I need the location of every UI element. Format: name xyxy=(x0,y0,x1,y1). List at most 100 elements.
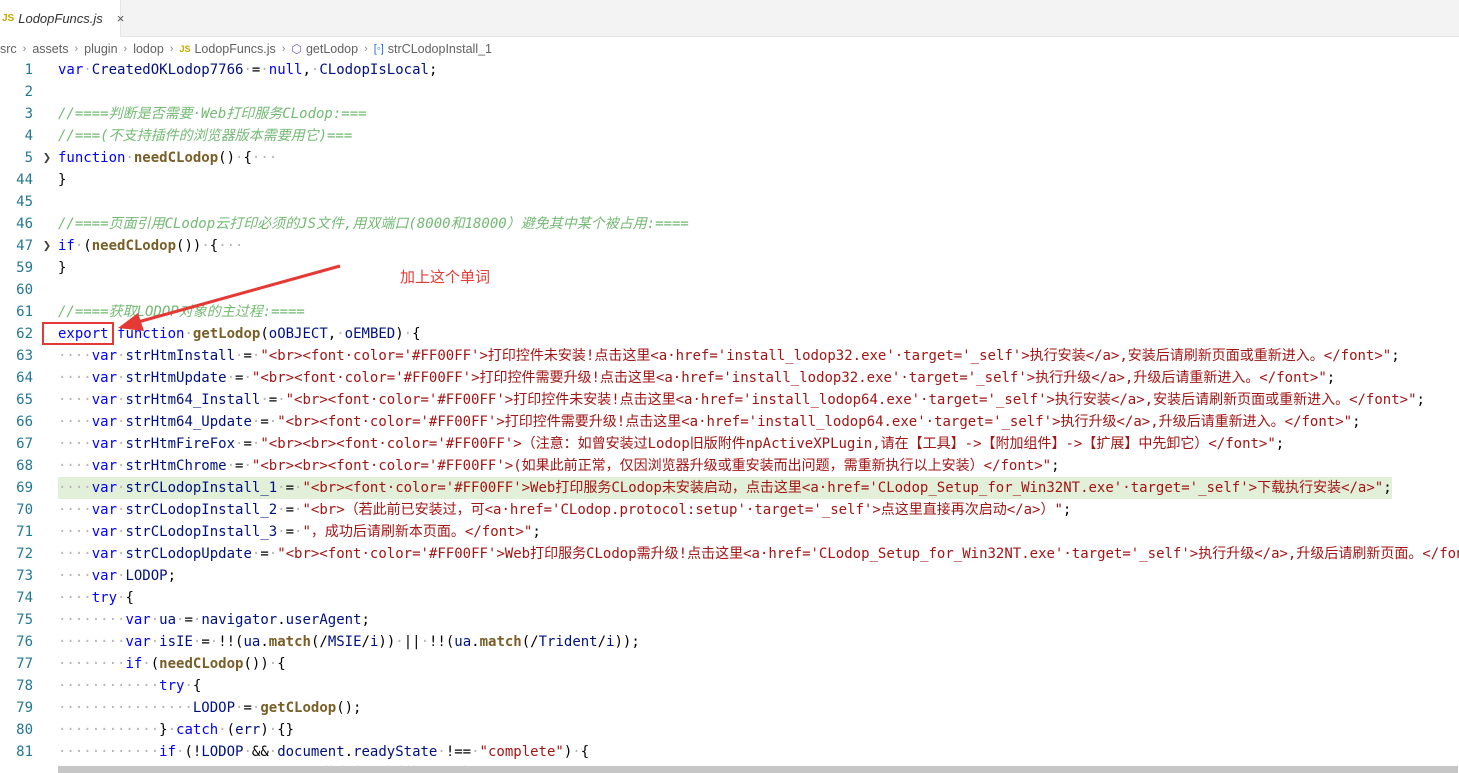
code-line[interactable]: 61 //====获取LODOP对象的主过程:==== xyxy=(0,301,1459,323)
line-number: 72 xyxy=(16,546,33,562)
code-text: ····var·strCLodopInstall_1·=·"<br><font·… xyxy=(58,477,1392,499)
code-text: ····var·strHtmFireFox·=·"<br><br><font·c… xyxy=(58,436,1285,452)
breadcrumb-function[interactable]: getLodop xyxy=(306,42,358,56)
code-line[interactable]: 44} xyxy=(0,169,1459,191)
chevron-right-icon: › xyxy=(281,43,286,55)
breadcrumb-file[interactable]: LodopFuncs.js xyxy=(194,42,275,56)
breadcrumb-variable[interactable]: strCLodopInstall_1 xyxy=(388,42,492,56)
code-text: if·(needCLodop())·{··· xyxy=(58,238,244,254)
code-text: ····var·LODOP; xyxy=(58,568,177,584)
code-text: ········var·isIE·=·!!(ua.match(/MSIE/i))… xyxy=(58,634,640,650)
code-text: function·needCLodop()·{··· xyxy=(58,150,278,166)
chevron-right-icon: › xyxy=(364,43,368,55)
code-line[interactable]: 71 ····var·strCLodopInstall_3·=·"，成功后请刷新本… xyxy=(0,521,1459,543)
annotation-text: 加上这个单词 xyxy=(400,269,491,286)
code-line[interactable]: 70 ····var·strCLodopInstall_2·=·"<br>（若此前… xyxy=(0,499,1459,521)
code-text: ····var·strHtm64_Install·=·"<br><font·co… xyxy=(58,392,1425,408)
code-text: ····var·strHtmInstall·=·"<br><font·color… xyxy=(58,348,1400,364)
annotation-highlight-box xyxy=(42,322,114,345)
code-text: ····var·strCLodopUpdate·=·"<br><font·col… xyxy=(58,546,1459,562)
code-line[interactable]: 75 ········var·ua·=·navigator.userAgent; xyxy=(0,609,1459,631)
line-number: 73 xyxy=(16,568,33,584)
code-line[interactable]: 3 //====判断是否需要·Web打印服务CLodop:=== xyxy=(0,103,1459,125)
code-line[interactable]: 65 ····var·strHtm64_Install·=·"<br><font·… xyxy=(0,389,1459,411)
line-number: 61 xyxy=(16,304,33,320)
code-text: ····var·strHtmChrome·=·"<br><br><font·co… xyxy=(58,458,1060,474)
line-number: 47 xyxy=(16,238,33,254)
code-line[interactable]: 78 ············try·{ xyxy=(0,675,1459,697)
code-line[interactable]: 60 xyxy=(0,279,1459,301)
code-text: //===(不支持插件的浏览器版本需要用它)=== xyxy=(58,128,353,144)
horizontal-scrollbar[interactable] xyxy=(58,766,1458,773)
close-icon[interactable]: × xyxy=(117,11,125,26)
breadcrumb: src › assets › plugin › lodop › JS Lodop… xyxy=(0,38,1459,60)
code-line[interactable]: 59} xyxy=(0,257,1459,279)
code-line[interactable]: 47 ❯ if·(needCLodop())·{··· xyxy=(0,235,1459,257)
line-number: 71 xyxy=(16,524,33,540)
tab-title: LodopFuncs.js xyxy=(18,11,103,26)
code-line[interactable]: 69 ····var·strCLodopInstall_1·=·"<br><fon… xyxy=(0,477,1459,499)
line-number: 45 xyxy=(16,194,33,210)
code-text: ····var·strHtm64_Update·=·"<br><font·col… xyxy=(58,414,1361,430)
code-line[interactable]: 72 ····var·strCLodopUpdate·=·"<br><font·c… xyxy=(0,543,1459,565)
code-text: ····var·strCLodopInstall_2·=·"<br>（若此前已安… xyxy=(58,502,1072,518)
code-text: ············try·{ xyxy=(58,678,202,694)
breadcrumb-lodop[interactable]: lodop xyxy=(133,42,164,56)
code-text: var·CreatedOKLodop7766·=·null,·CLodopIsL… xyxy=(58,62,438,78)
code-line[interactable]: 81 ············if·(!LODOP·&&·document.rea… xyxy=(0,741,1459,763)
code-line[interactable]: 79 ················LODOP·=·getCLodop(); xyxy=(0,697,1459,719)
code-line[interactable]: 80 ············}·catch·(err)·{} xyxy=(0,719,1459,741)
code-editor[interactable]: 1 var·CreatedOKLodop7766·=·null,·CLodopIs… xyxy=(0,59,1459,773)
code-text: ····var·strCLodopInstall_3·=·"，成功后请刷新本页面… xyxy=(58,524,541,540)
code-line[interactable]: 66 ····var·strHtm64_Update·=·"<br><font·c… xyxy=(0,411,1459,433)
code-line[interactable]: 62 export·function·getLodop(oOBJECT,·oEMB… xyxy=(0,323,1459,345)
code-line[interactable]: 45 xyxy=(0,191,1459,213)
breadcrumb-plugin[interactable]: plugin xyxy=(84,42,117,56)
code-line[interactable]: 4 //===(不支持插件的浏览器版本需要用它)=== xyxy=(0,125,1459,147)
js-file-icon: JS xyxy=(2,13,15,24)
js-file-icon: JS xyxy=(179,44,191,54)
code-line[interactable]: 67 ····var·strHtmFireFox·=·"<br><br><font… xyxy=(0,433,1459,455)
line-number: 62 xyxy=(16,326,33,342)
code-text: ········if·(needCLodop())·{ xyxy=(58,656,286,672)
code-text: ········var·ua·=·navigator.userAgent; xyxy=(58,612,370,628)
code-text: } xyxy=(58,172,67,188)
line-number: 78 xyxy=(16,678,33,694)
breadcrumb-assets[interactable]: assets xyxy=(32,42,68,56)
line-number: 1 xyxy=(24,62,33,78)
editor-tab-bar: JS LodopFuncs.js × xyxy=(0,0,1459,37)
line-number: 69 xyxy=(16,480,33,496)
chevron-right-icon: › xyxy=(169,43,174,55)
line-number: 75 xyxy=(16,612,33,628)
variable-icon: [◦] xyxy=(373,43,384,55)
breadcrumb-src[interactable]: src xyxy=(0,42,17,56)
code-line[interactable]: 46 //====页面引用CLodop云打印必须的JS文件,用双端口(8000和1… xyxy=(0,213,1459,235)
line-number: 63 xyxy=(16,348,33,364)
chevron-right-icon: › xyxy=(74,43,79,55)
line-number: 64 xyxy=(16,370,33,386)
code-line[interactable]: 64 ····var·strHtmUpdate·=·"<br><font·colo… xyxy=(0,367,1459,389)
fold-chevron-right-icon[interactable]: ❯ xyxy=(40,235,54,257)
code-line[interactable]: 74 ····try·{ xyxy=(0,587,1459,609)
fold-chevron-right-icon[interactable]: ❯ xyxy=(40,147,54,169)
line-number: 3 xyxy=(24,106,33,122)
line-number: 81 xyxy=(16,744,33,760)
line-number: 77 xyxy=(16,656,33,672)
code-line[interactable]: 77 ········if·(needCLodop())·{ xyxy=(0,653,1459,675)
code-line[interactable]: 63 ····var·strHtmInstall·=·"<br><font·col… xyxy=(0,345,1459,367)
code-line[interactable]: 2 xyxy=(0,81,1459,103)
line-number: 60 xyxy=(16,282,33,298)
line-number: 80 xyxy=(16,722,33,738)
code-line[interactable]: 68 ····var·strHtmChrome·=·"<br><br><font·… xyxy=(0,455,1459,477)
line-number: 44 xyxy=(16,172,33,188)
line-number: 5 xyxy=(24,150,33,166)
tab-lodopfuncs[interactable]: JS LodopFuncs.js × xyxy=(0,0,124,37)
code-line[interactable]: 73 ····var·LODOP; xyxy=(0,565,1459,587)
code-line[interactable]: 5 ❯ function·needCLodop()·{··· xyxy=(0,147,1459,169)
chevron-right-icon: › xyxy=(22,43,27,55)
code-line[interactable]: 76 ········var·isIE·=·!!(ua.match(/MSIE/i… xyxy=(0,631,1459,653)
code-line[interactable]: 1 var·CreatedOKLodop7766·=·null,·CLodopIs… xyxy=(0,59,1459,81)
line-number: 46 xyxy=(16,216,33,232)
code-text: ····var·strHtmUpdate·=·"<br><font·color=… xyxy=(58,370,1336,386)
code-text: //====获取LODOP对象的主过程:==== xyxy=(58,304,305,320)
